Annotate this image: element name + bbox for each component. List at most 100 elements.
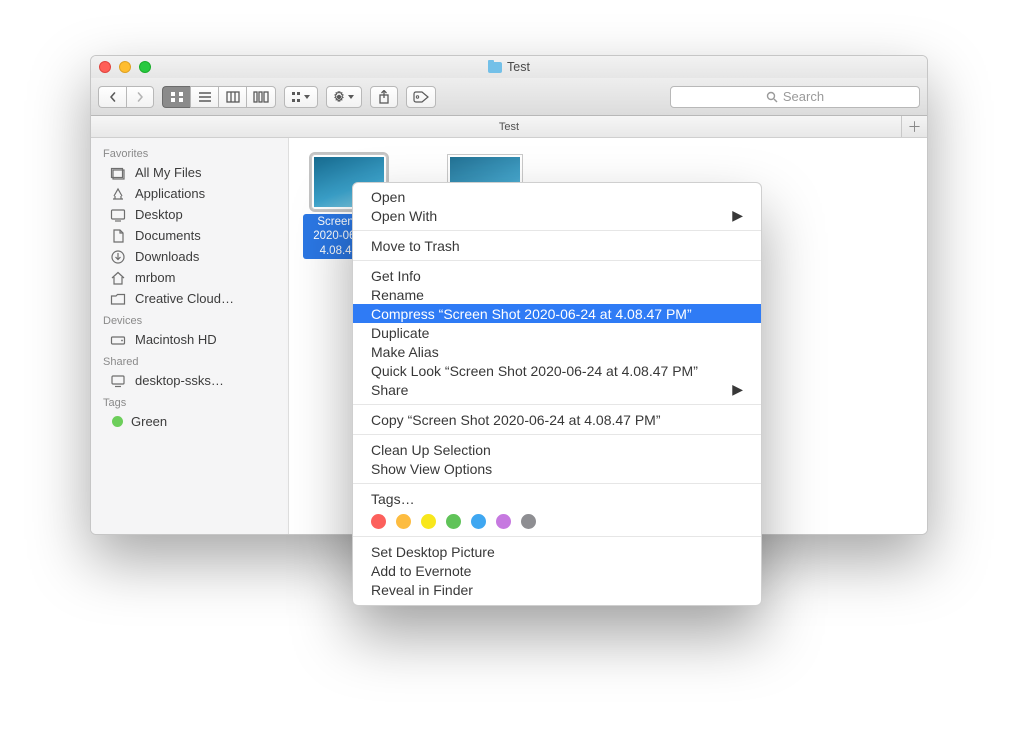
menu-item-label: Open — [371, 189, 405, 205]
menu-item-label: Show View Options — [371, 461, 492, 477]
add-tab-button[interactable]: ＋ — [901, 116, 927, 137]
menu-separator — [353, 434, 761, 435]
menu-item-label: Quick Look “Screen Shot 2020-06-24 at 4.… — [371, 363, 698, 379]
menu-separator — [353, 483, 761, 484]
column-view-button[interactable] — [218, 86, 246, 108]
menu-item-label: Get Info — [371, 268, 421, 284]
menu-item-label: Copy “Screen Shot 2020-06-24 at 4.08.47 … — [371, 412, 661, 428]
menu-item-label: Make Alias — [371, 344, 439, 360]
submenu-arrow-icon: ▶ — [732, 207, 743, 224]
back-button[interactable] — [98, 86, 126, 108]
sidebar-tag-green[interactable]: Green — [91, 411, 288, 432]
search-field[interactable]: Search — [670, 86, 920, 108]
sidebar-item-downloads[interactable]: Downloads — [91, 246, 288, 267]
minimize-window-button[interactable] — [119, 61, 131, 73]
tag-color-orange[interactable] — [396, 514, 411, 529]
sidebar-item-label: Desktop — [135, 207, 183, 222]
sidebar-item-label: Downloads — [135, 249, 199, 264]
sidebar-section-shared: Shared — [91, 350, 288, 370]
ctx-compress[interactable]: Compress “Screen Shot 2020-06-24 at 4.08… — [353, 304, 761, 323]
documents-icon — [109, 229, 127, 243]
tag-color-blue[interactable] — [471, 514, 486, 529]
gallery-view-button[interactable] — [246, 86, 276, 108]
ctx-clean-up-selection[interactable]: Clean Up Selection — [353, 440, 761, 459]
traffic-lights — [99, 61, 151, 73]
nav-buttons — [98, 86, 154, 108]
tag-color-yellow[interactable] — [421, 514, 436, 529]
sidebar-section-tags: Tags — [91, 391, 288, 411]
ctx-make-alias[interactable]: Make Alias — [353, 342, 761, 361]
downloads-icon — [109, 250, 127, 264]
sidebar-item-shared-pc[interactable]: desktop-ssks… — [91, 370, 288, 391]
ctx-show-view-options[interactable]: Show View Options — [353, 459, 761, 478]
context-menu: Open Open With ▶ Move to Trash Get Info … — [352, 182, 762, 606]
all-my-files-icon — [109, 166, 127, 180]
share-button[interactable] — [370, 86, 398, 108]
action-button[interactable] — [326, 86, 362, 108]
desktop-icon — [109, 208, 127, 222]
window-title: Test — [507, 60, 530, 74]
ctx-get-info[interactable]: Get Info — [353, 266, 761, 285]
ctx-reveal-in-finder[interactable]: Reveal in Finder — [353, 580, 761, 599]
search-placeholder: Search — [783, 89, 824, 104]
ctx-rename[interactable]: Rename — [353, 285, 761, 304]
zoom-window-button[interactable] — [139, 61, 151, 73]
menu-item-label: Rename — [371, 287, 424, 303]
folder-icon — [488, 62, 502, 73]
sidebar-item-applications[interactable]: Applications — [91, 183, 288, 204]
menu-item-label: Compress “Screen Shot 2020-06-24 at 4.08… — [371, 306, 692, 322]
disk-icon — [109, 333, 127, 347]
sidebar-item-macintosh-hd[interactable]: Macintosh HD — [91, 329, 288, 350]
ctx-add-to-evernote[interactable]: Add to Evernote — [353, 561, 761, 580]
menu-item-label: Clean Up Selection — [371, 442, 491, 458]
sidebar-item-label: Documents — [135, 228, 201, 243]
ctx-tag-colors — [353, 508, 761, 531]
ctx-set-desktop-picture[interactable]: Set Desktop Picture — [353, 542, 761, 561]
sidebar-item-home[interactable]: mrbom — [91, 267, 288, 288]
tags-button[interactable] — [406, 86, 436, 108]
sidebar-item-label: Applications — [135, 186, 205, 201]
ctx-duplicate[interactable]: Duplicate — [353, 323, 761, 342]
view-mode-group — [162, 86, 276, 108]
sidebar-item-creative-cloud[interactable]: Creative Cloud… — [91, 288, 288, 309]
menu-item-label: Tags… — [371, 491, 415, 507]
ctx-share[interactable]: Share ▶ — [353, 380, 761, 399]
tag-color-red[interactable] — [371, 514, 386, 529]
menu-item-label: Move to Trash — [371, 238, 460, 254]
sidebar-section-favorites: Favorites — [91, 142, 288, 162]
ctx-open-with[interactable]: Open With ▶ — [353, 206, 761, 225]
sidebar-item-label: Creative Cloud… — [135, 291, 234, 306]
folder-icon — [109, 292, 127, 306]
tag-dot-icon — [112, 416, 123, 427]
path-bar-label: Test — [499, 121, 519, 133]
menu-item-label: Share — [371, 382, 408, 398]
ctx-copy[interactable]: Copy “Screen Shot 2020-06-24 at 4.08.47 … — [353, 410, 761, 429]
path-bar: Test ＋ — [91, 116, 927, 138]
list-view-button[interactable] — [190, 86, 218, 108]
close-window-button[interactable] — [99, 61, 111, 73]
icon-view-button[interactable] — [162, 86, 190, 108]
tag-color-purple[interactable] — [496, 514, 511, 529]
home-icon — [109, 271, 127, 285]
toolbar: Search — [91, 78, 927, 116]
sidebar-item-all-my-files[interactable]: All My Files — [91, 162, 288, 183]
tag-color-green[interactable] — [446, 514, 461, 529]
sidebar-item-documents[interactable]: Documents — [91, 225, 288, 246]
sidebar-item-desktop[interactable]: Desktop — [91, 204, 288, 225]
ctx-open[interactable]: Open — [353, 187, 761, 206]
menu-separator — [353, 260, 761, 261]
tag-color-gray[interactable] — [521, 514, 536, 529]
forward-button[interactable] — [126, 86, 154, 108]
ctx-tags[interactable]: Tags… — [353, 489, 761, 508]
ctx-quick-look[interactable]: Quick Look “Screen Shot 2020-06-24 at 4.… — [353, 361, 761, 380]
sidebar-item-label: Macintosh HD — [135, 332, 217, 347]
submenu-arrow-icon: ▶ — [732, 381, 743, 398]
sidebar-item-label: desktop-ssks… — [135, 373, 224, 388]
search-icon — [766, 91, 778, 103]
arrange-button[interactable] — [284, 86, 318, 108]
menu-separator — [353, 404, 761, 405]
sidebar[interactable]: Favorites All My Files Applications — [91, 138, 289, 534]
menu-item-label: Set Desktop Picture — [371, 544, 495, 560]
ctx-move-to-trash[interactable]: Move to Trash — [353, 236, 761, 255]
menu-item-label: Reveal in Finder — [371, 582, 473, 598]
